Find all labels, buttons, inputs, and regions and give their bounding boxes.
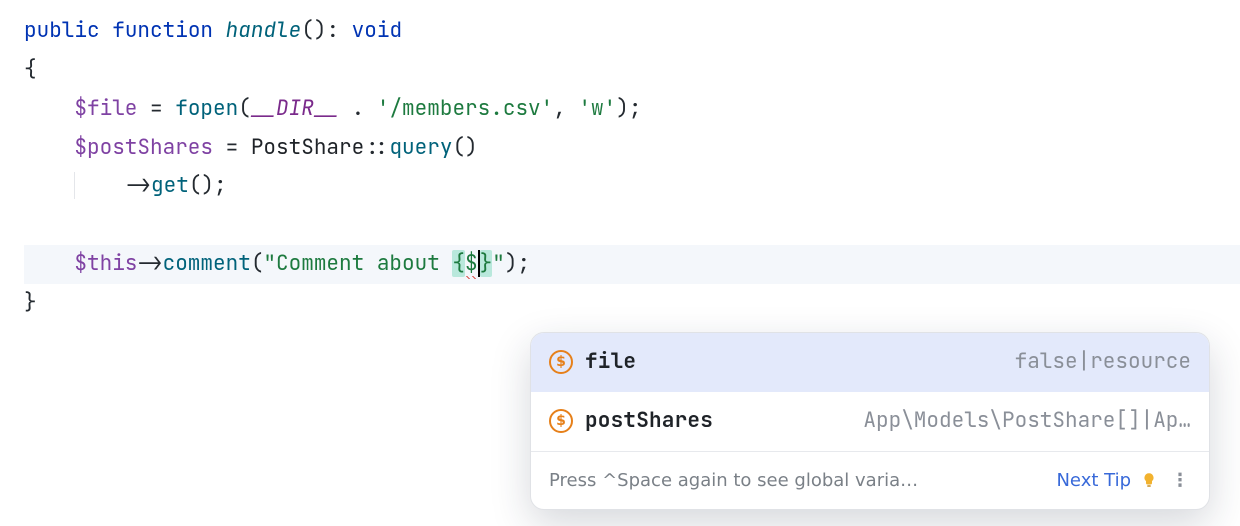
function-call: get bbox=[151, 172, 189, 199]
function-call: fopen bbox=[175, 95, 238, 122]
paren: () bbox=[301, 17, 326, 44]
code-line[interactable] bbox=[24, 206, 1240, 245]
autocomplete-item[interactable]: $ postShares App\Models\PostShare[]|Ap… bbox=[531, 392, 1209, 451]
magic-constant: __DIR__ bbox=[251, 95, 339, 122]
more-actions-icon[interactable]: ⋮ bbox=[1167, 464, 1195, 497]
interpolation-dollar: $ bbox=[465, 250, 478, 279]
autocomplete-item[interactable]: $ file false|resource bbox=[531, 333, 1209, 392]
autocomplete-popup: $ file false|resource $ postShares App\M… bbox=[530, 332, 1210, 510]
string-literal: 'w' bbox=[578, 95, 616, 122]
autocomplete-item-name: file bbox=[585, 343, 636, 382]
autocomplete-footer: Press ^Space again to see global varia… … bbox=[531, 451, 1209, 509]
keyword-function: function bbox=[112, 17, 213, 44]
code-line[interactable]: $postShares = PostShare::query() bbox=[24, 129, 1240, 168]
variable-icon: $ bbox=[549, 409, 573, 433]
autocomplete-item-type: false|resource bbox=[1015, 343, 1191, 382]
brace-open: { bbox=[24, 56, 37, 83]
variable: $postShares bbox=[74, 134, 213, 161]
autocomplete-item-name: postShares bbox=[585, 402, 713, 441]
bulb-icon[interactable] bbox=[1139, 470, 1159, 490]
code-line[interactable]: { bbox=[24, 51, 1240, 90]
variable: $this bbox=[74, 250, 137, 277]
class-name: PostShare bbox=[251, 134, 364, 161]
function-call: query bbox=[389, 134, 452, 161]
function-call: comment bbox=[163, 250, 251, 277]
interpolation-close: } bbox=[480, 250, 493, 277]
string-literal: '/members.csv' bbox=[377, 95, 553, 122]
code-line[interactable]: public function handle(): void bbox=[24, 12, 1240, 51]
autocomplete-hint: Press ^Space again to see global varia… bbox=[549, 464, 1048, 497]
keyword-public: public bbox=[24, 17, 100, 44]
variable: $file bbox=[74, 95, 137, 122]
variable-icon: $ bbox=[549, 350, 573, 374]
brace-close: } bbox=[24, 289, 37, 316]
next-tip-link[interactable]: Next Tip bbox=[1056, 464, 1131, 497]
code-line[interactable]: ->get(); bbox=[24, 167, 1240, 206]
string-literal: "Comment about bbox=[263, 250, 452, 277]
function-name: handle bbox=[226, 17, 302, 44]
code-line[interactable]: $file = fopen(__DIR__ . '/members.csv', … bbox=[24, 90, 1240, 129]
code-line-active[interactable]: $this->comment("Comment about {$}"); bbox=[24, 245, 1240, 284]
interpolation-open: { bbox=[452, 250, 465, 277]
code-line[interactable]: } bbox=[24, 284, 1240, 323]
code-editor[interactable]: public function handle(): void { $file =… bbox=[0, 0, 1240, 323]
autocomplete-item-type: App\Models\PostShare[]|Ap… bbox=[863, 402, 1191, 441]
keyword-void: void bbox=[352, 17, 402, 44]
